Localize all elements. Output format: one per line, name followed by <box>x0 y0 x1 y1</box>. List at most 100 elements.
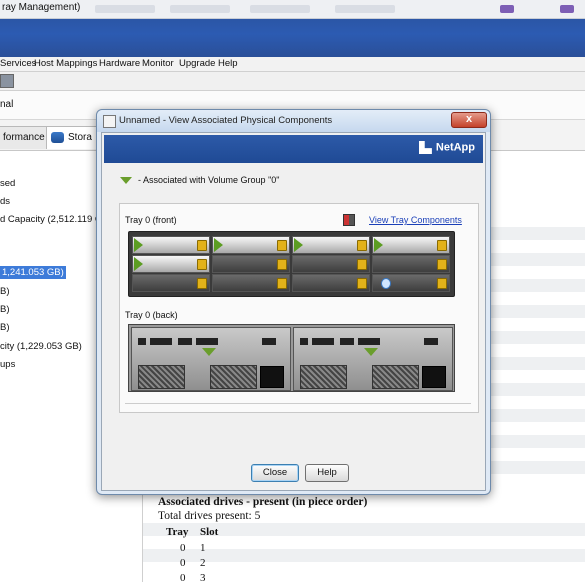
drive-slot[interactable] <box>372 255 450 273</box>
associated-controller-icon <box>364 348 378 356</box>
dialog-body: NetApp - Associated with Volume Group "0… <box>101 132 486 491</box>
brand-name: NetApp <box>435 141 475 154</box>
background-tab <box>335 5 395 13</box>
netapp-logo: NetApp <box>418 141 475 154</box>
drive-slot[interactable] <box>292 274 370 292</box>
divider <box>125 403 471 404</box>
port-icon <box>300 338 308 345</box>
tree-item[interactable]: ups <box>0 359 15 370</box>
tab-storage[interactable]: Stora <box>46 126 102 149</box>
table-cell: 0 <box>180 542 186 554</box>
associated-drives-section: Associated drives - present (in piece or… <box>158 496 367 522</box>
lock-icon <box>277 240 287 251</box>
associated-drive-icon <box>374 238 383 252</box>
tree-item[interactable]: B) <box>0 304 10 315</box>
volume-group-marker-icon <box>120 177 132 185</box>
tree-item[interactable]: ds <box>0 196 10 207</box>
window-icon <box>103 115 116 128</box>
port-icon <box>178 338 192 345</box>
drive-slot[interactable] <box>212 236 290 254</box>
tab-performance[interactable]: formance <box>0 126 48 149</box>
toolbar <box>0 72 585 91</box>
brand-bar: NetApp <box>104 135 483 163</box>
menu-help[interactable]: Help <box>218 58 238 69</box>
lock-icon <box>277 259 287 270</box>
background-tab <box>95 5 155 13</box>
tab-performance-label: formance <box>3 132 45 143</box>
row-stripe <box>143 549 585 562</box>
table-cell: 1 <box>200 542 206 554</box>
menu-upgrade[interactable]: Upgrade <box>179 58 215 69</box>
tray-components-icon[interactable] <box>343 214 355 226</box>
controller-module[interactable] <box>293 327 453 391</box>
table-cell: 0 <box>180 572 186 584</box>
fan-grille-icon <box>372 365 419 389</box>
lock-icon <box>357 278 367 289</box>
menu-services[interactable]: Services <box>0 58 36 69</box>
lock-icon <box>197 259 207 270</box>
drives-heading: Associated drives - present (in piece or… <box>158 496 368 508</box>
associated-controller-icon <box>202 348 216 356</box>
table-cell: 0 <box>180 557 186 569</box>
section-header-label: nal <box>0 99 14 110</box>
drive-slot[interactable] <box>212 255 290 273</box>
tray-back-view <box>128 324 455 392</box>
drive-slot[interactable] <box>132 255 210 273</box>
drive-slot[interactable] <box>292 236 370 254</box>
window-control-icon[interactable] <box>560 5 574 13</box>
associated-drive-icon <box>134 238 143 252</box>
port-icon <box>424 338 438 345</box>
lock-icon <box>277 278 287 289</box>
associated-drive-icon <box>294 238 303 252</box>
drive-slot[interactable] <box>372 236 450 254</box>
power-socket-icon <box>422 366 446 388</box>
view-tray-components-link[interactable]: View Tray Components <box>369 215 462 225</box>
drive-slot[interactable] <box>292 255 370 273</box>
help-button[interactable]: Help <box>305 464 349 482</box>
tray-front-label: Tray 0 (front) <box>125 215 177 225</box>
tray-back-label: Tray 0 (back) <box>125 310 178 320</box>
tree-item[interactable]: B) <box>0 322 10 333</box>
drive-slot[interactable] <box>132 236 210 254</box>
power-socket-icon <box>260 366 284 388</box>
close-button[interactable]: Close <box>251 464 299 482</box>
view-components-dialog: Unnamed - View Associated Physical Compo… <box>96 109 491 495</box>
toolbar-icon[interactable] <box>0 74 14 88</box>
menu-host-mappings[interactable]: Host Mappings <box>34 58 97 69</box>
netapp-logo-icon <box>418 141 432 154</box>
col-header-tray: Tray <box>166 526 189 538</box>
components-group: Tray 0 (front) View Tray Components Tray… <box>119 203 479 413</box>
drive-slot[interactable] <box>212 274 290 292</box>
tree-item[interactable]: city (1,229.053 GB) <box>0 341 82 352</box>
lock-icon <box>197 278 207 289</box>
controller-module[interactable] <box>131 327 291 391</box>
tray-front-view <box>128 231 455 297</box>
background-tab <box>250 5 310 13</box>
menu-hardware[interactable]: Hardware <box>99 58 140 69</box>
menu-monitor[interactable]: Monitor <box>142 58 174 69</box>
table-cell: 2 <box>200 557 206 569</box>
tree-item-selected[interactable]: 1,241.053 GB) <box>0 266 66 279</box>
background-tab <box>170 5 230 13</box>
drive-slot[interactable] <box>132 274 210 292</box>
window-control-icon[interactable] <box>500 5 514 13</box>
fan-grille-icon <box>210 365 257 389</box>
drive-slot[interactable] <box>372 274 450 292</box>
tree-item[interactable]: sed <box>0 178 15 189</box>
associated-drive-icon <box>214 238 223 252</box>
hot-spare-icon <box>381 278 391 289</box>
window-titlebar: ray Management) <box>0 0 585 19</box>
port-icon <box>340 338 354 345</box>
lock-icon <box>437 278 447 289</box>
window-title: ray Management) <box>2 2 81 13</box>
tab-storage-label: Stora <box>68 132 92 143</box>
tree-item[interactable]: B) <box>0 286 10 297</box>
legend-text: - Associated with Volume Group "0" <box>138 175 280 185</box>
legend: - Associated with Volume Group "0" <box>120 175 279 185</box>
dialog-close-button[interactable]: x <box>451 112 487 128</box>
lock-icon <box>357 240 367 251</box>
app-banner <box>0 19 585 57</box>
tree-item[interactable]: d Capacity (2,512.119 G <box>0 214 102 225</box>
dialog-titlebar[interactable]: Unnamed - View Associated Physical Compo… <box>97 110 490 132</box>
lock-icon <box>197 240 207 251</box>
